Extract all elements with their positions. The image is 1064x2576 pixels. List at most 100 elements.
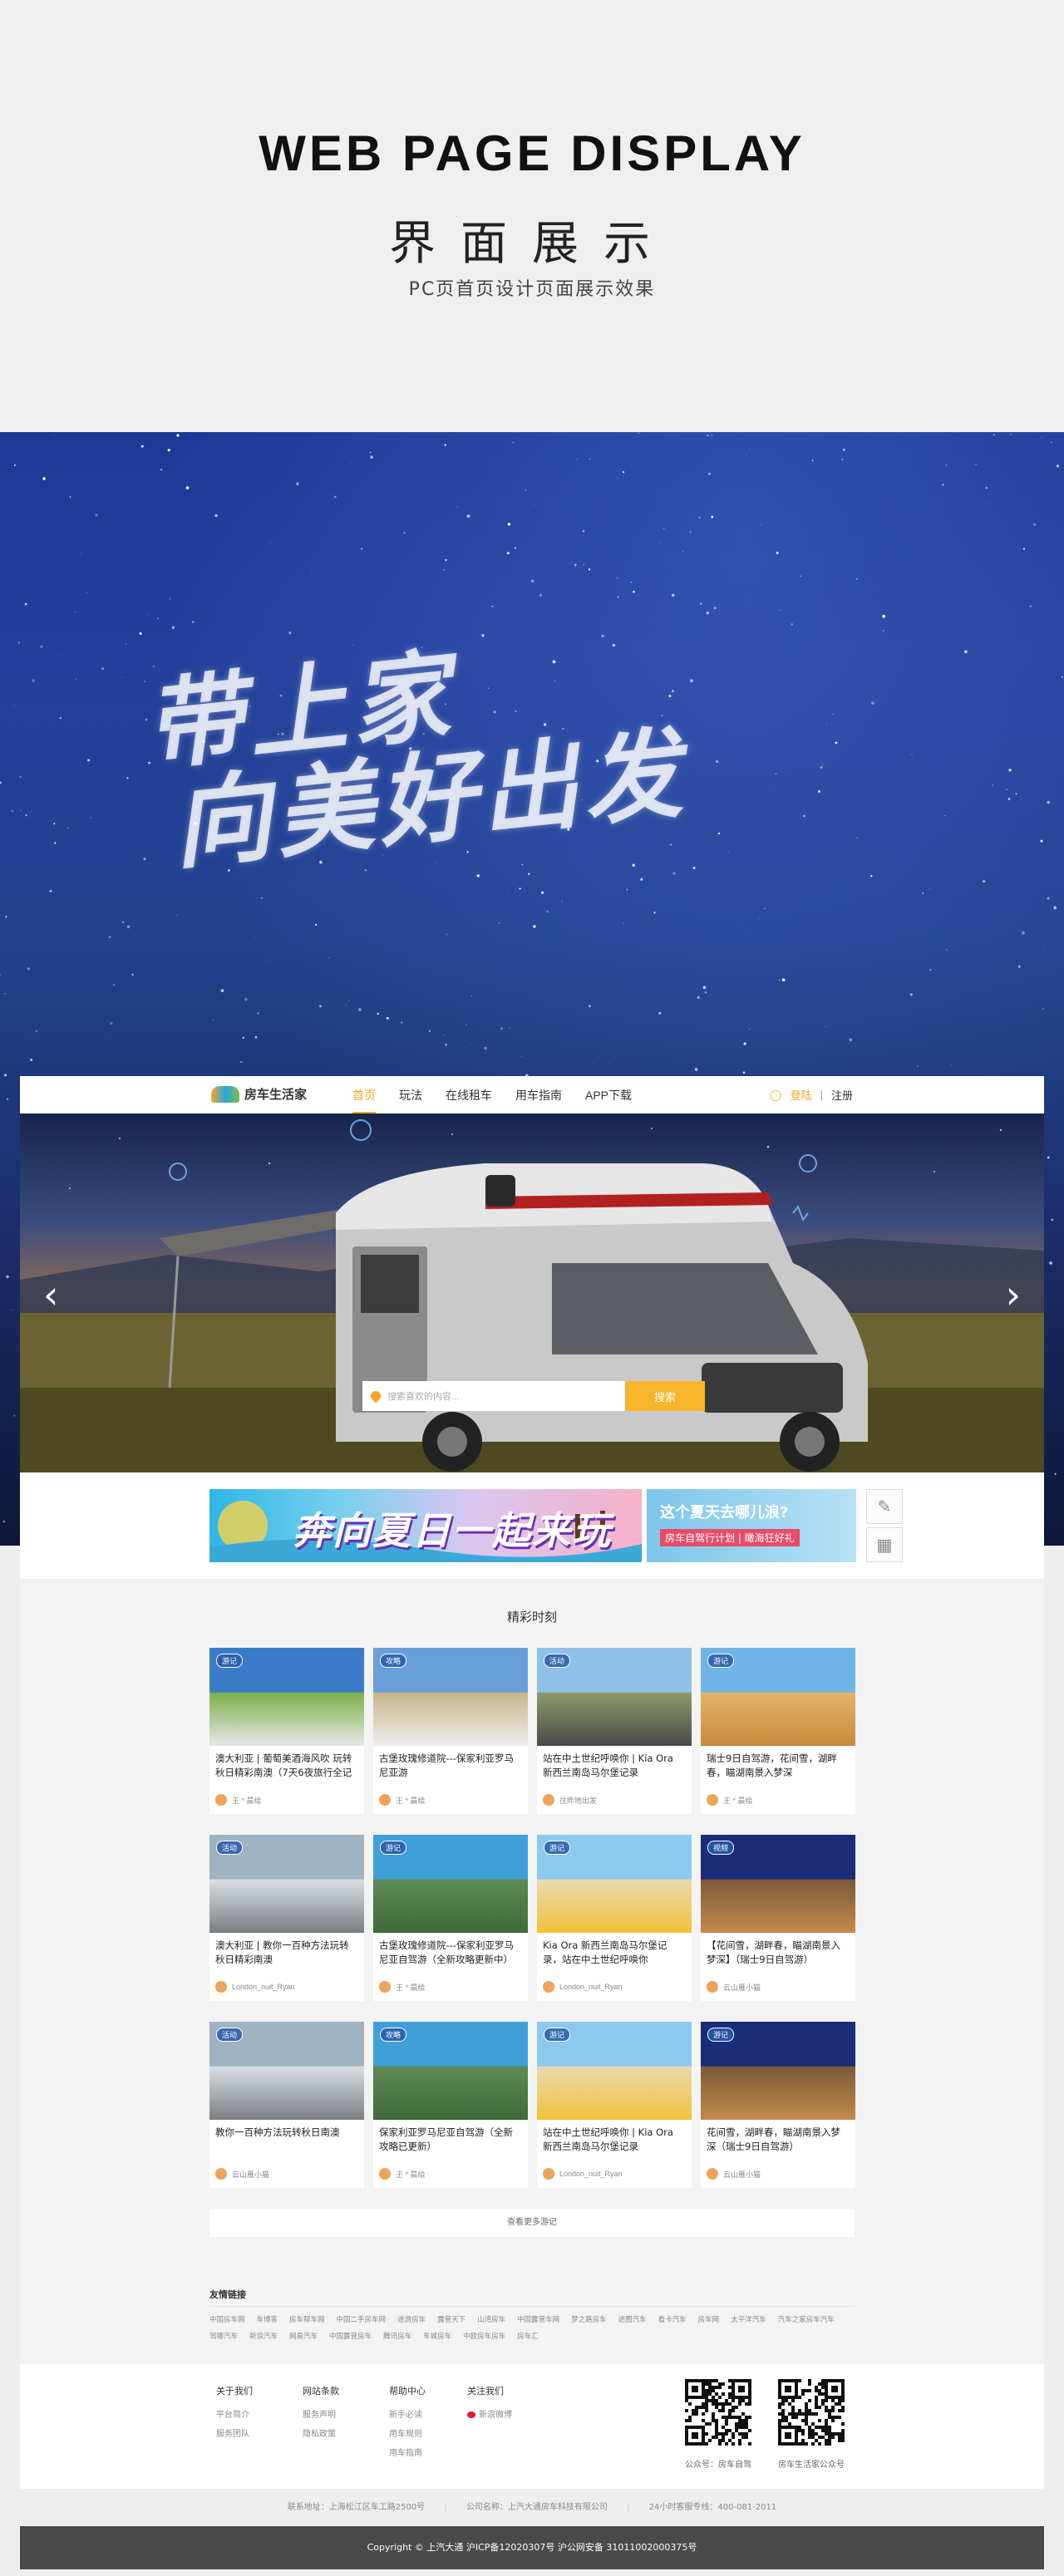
friend-link[interactable]: 中国露营车网 [517, 2314, 559, 2324]
article-tag: 游记 [707, 2028, 735, 2042]
footer-link[interactable]: 服务团队 [216, 2426, 253, 2439]
card-grid: 游记 澳大利亚 | 葡萄美酒海风吹 玩转秋日精彩南澳（7天6夜旅行全记王 * 晨绘… [209, 1648, 855, 2188]
article-card[interactable]: 游记 古堡玫瑰修道院---保家利亚罗马尼亚自驾游（全新攻略更新中） 王 * 晨绘 [373, 1835, 528, 2001]
author-name: London_nuit_Ryan [559, 1983, 623, 1991]
footer-link[interactable]: 隐私政策 [303, 2426, 339, 2439]
friend-link[interactable]: 房车汇 [517, 2331, 539, 2341]
author-name: 云山雁小猫 [723, 1983, 761, 1992]
footer: 关于我们 平台简介 服务团队 网站条款 服务声明 隐私政策 帮助中心 新手必读 … [20, 2364, 1044, 2489]
friend-link[interactable]: 梦之路房车 [571, 2314, 607, 2324]
article-title[interactable]: 古堡玫瑰修道院---保家利亚罗马尼亚游 [373, 1746, 528, 1782]
article-card[interactable]: 活动 澳大利亚 | 教你一百种方法玩转秋日精彩南澳 London_nuit_Ryan [209, 1835, 364, 2001]
register-link[interactable]: 注册 [831, 1087, 853, 1103]
friend-link[interactable]: 网易汽车 [289, 2331, 318, 2341]
nav-item-rent[interactable]: 在线租车 [446, 1087, 492, 1104]
intro-cn-title: 界面展示 [389, 217, 675, 271]
friend-link[interactable]: 看卡汽车 [658, 2314, 687, 2324]
author-name: 王 * 晨绘 [723, 1796, 753, 1805]
article-title[interactable]: 花间雪，湖畔春，瞄湖南景入梦深（瑞士9日自驾游） [701, 2120, 855, 2156]
friend-link[interactable]: 山湾房车 [477, 2314, 505, 2324]
search-placeholder: 搜索喜欢的内容... [387, 1392, 460, 1402]
site-logo[interactable]: 房车生活家 [211, 1085, 307, 1103]
article-tag: 视频 [707, 1841, 735, 1855]
search-input[interactable]: 搜索喜欢的内容... [362, 1381, 625, 1411]
article-card[interactable]: 攻略古堡玫瑰修道院---保家利亚罗马尼亚游王 * 晨绘 [373, 1648, 528, 1814]
friend-link[interactable]: 车博客 [257, 2314, 278, 2324]
search-button[interactable]: 搜索 [625, 1381, 705, 1411]
friend-link[interactable]: 腾讯房车 [383, 2331, 411, 2341]
article-title[interactable]: Kia Ora 新西兰南岛马尔堡记录，站在中土世纪呼唤你 [537, 1933, 692, 1969]
qr-label-2: 房车生活家公众号 [778, 2460, 845, 2470]
friend-link[interactable]: 房车网 [698, 2314, 720, 2324]
footer-link[interactable]: 用车规则 [389, 2426, 426, 2439]
friend-link[interactable]: 车城房车 [423, 2331, 451, 2341]
footer-link[interactable]: 服务声明 [303, 2407, 339, 2420]
friend-link[interactable]: 中欧房车房车 [463, 2331, 505, 2341]
avatar [215, 1794, 227, 1806]
qr-label-1: 公众号：房车自驾 [685, 2460, 751, 2470]
article-title[interactable]: 【花间雪，湖畔春，瞄湖南景入梦深】（瑞士9日自驾游） [701, 1933, 855, 1969]
chevron-right-icon[interactable]: › [1006, 1276, 1021, 1314]
friend-link[interactable]: 途图汽车 [618, 2314, 647, 2324]
friend-link[interactable]: 中国露营房车 [329, 2331, 372, 2341]
footer-link[interactable]: 用车指南 [389, 2446, 426, 2458]
chevron-left-icon[interactable]: ‹ [43, 1276, 58, 1314]
footer-link[interactable]: 新手必读 [389, 2407, 426, 2420]
friend-link[interactable]: 太平洋汽车 [731, 2314, 766, 2324]
nav-item-guide[interactable]: 用车指南 [515, 1087, 562, 1104]
author-name: London_nuit_Ryan [232, 1983, 295, 1991]
author-name: 王 * 晨绘 [396, 1796, 426, 1805]
article-title[interactable]: 澳大利亚 | 教你一百种方法玩转秋日精彩南澳 [209, 1933, 364, 1969]
login-link[interactable]: 登陆 [791, 1087, 812, 1103]
load-more-button[interactable]: 查看更多游记 [209, 2209, 855, 2237]
article-card[interactable]: 游记 站在中土世纪呼唤你 | Kia Ora 新西兰南岛马尔堡记录 London_n… [537, 2022, 692, 2188]
avatar [215, 2168, 227, 2180]
friend-link[interactable]: 露营天下 [437, 2314, 466, 2324]
friend-link[interactable]: 驾哪汽车 [209, 2331, 238, 2341]
travel-promo-banner[interactable]: 这个夏天去哪儿浪? 房车自驾行计划 | 瞰海狂好礼 [647, 1489, 856, 1562]
summer-promo-banner[interactable]: 奔向夏日一起来玩 [209, 1489, 642, 1562]
article-title[interactable]: 站在中土世纪呼唤你 | Kia Ora 新西兰南岛马尔堡记录 [537, 2120, 692, 2156]
article-card[interactable]: 游记 花间雪，湖畔春，瞄湖南景入梦深（瑞士9日自驾游） 云山雁小猫 [701, 2022, 855, 2188]
article-title[interactable]: 古堡玫瑰修道院---保家利亚罗马尼亚自驾游（全新攻略更新中） [373, 1933, 528, 1969]
nav-item-app[interactable]: APP下载 [585, 1087, 632, 1104]
avatar [379, 1981, 391, 1993]
article-title[interactable]: 瑞士9日自驾游，花间雪，湖畔春，瞄湖南景入梦深 [701, 1746, 855, 1782]
hotline: 24小时客服专线：400-081-2011 [648, 2503, 777, 2512]
avatar [215, 1981, 227, 1993]
article-tag: 游记 [544, 1841, 571, 1855]
article-thumbnail: 游记 [537, 1835, 692, 1933]
nav-item-play[interactable]: 玩法 [399, 1087, 422, 1104]
article-thumbnail: 活动 [537, 1648, 692, 1746]
edit-icon[interactable]: ✎ [866, 1489, 903, 1524]
friend-link[interactable]: 汽车之家房车汽车 [778, 2314, 835, 2324]
article-card[interactable]: 游记 Kia Ora 新西兰南岛马尔堡记录，站在中土世纪呼唤你 London_nui… [537, 1835, 692, 2001]
article-author: 云山雁小猫 [707, 1981, 761, 1993]
article-thumbnail: 游记 [373, 1835, 528, 1933]
footer-heading: 关注我们 [467, 2386, 504, 2397]
qr-code-icon[interactable]: ▦ [866, 1527, 903, 1562]
friend-link[interactable]: 中国二手房车网 [337, 2314, 387, 2324]
friend-link[interactable]: 途游房车 [397, 2314, 426, 2324]
article-tag: 攻略 [380, 1654, 407, 1668]
avatar [543, 2168, 554, 2180]
article-card[interactable]: 游记 瑞士9日自驾游，花间雪，湖畔春，瞄湖南景入梦深王 * 晨绘 [701, 1648, 855, 1814]
article-card[interactable]: 游记 澳大利亚 | 葡萄美酒海风吹 玩转秋日精彩南澳（7天6夜旅行全记王 * 晨绘 [209, 1648, 364, 1814]
nav-item-home[interactable]: 首页 [352, 1087, 376, 1113]
article-title[interactable]: 保家利亚罗马尼亚自驾游（全新攻略已更新） [373, 2120, 528, 2156]
avatar [543, 1794, 554, 1806]
footer-link[interactable]: 平台简介 [216, 2407, 253, 2420]
weibo-link[interactable]: 新浪微博 [467, 2407, 512, 2420]
article-title[interactable]: 站在中土世纪呼唤你 | Kia Ora 新西兰南岛马尔堡记录 [537, 1746, 692, 1782]
article-card[interactable]: 视频【花间雪，湖畔春，瞄湖南景入梦深】（瑞士9日自驾游） 云山雁小猫 [701, 1835, 855, 2001]
article-title[interactable]: 澳大利亚 | 葡萄美酒海风吹 玩转秋日精彩南澳（7天6夜旅行全记 [209, 1746, 364, 1782]
friend-link[interactable]: 中国房车网 [209, 2314, 245, 2324]
article-title[interactable]: 教你一百种方法玩转秋日南澳 [209, 2120, 364, 2156]
friend-link[interactable]: 房车帮车网 [289, 2314, 325, 2324]
footer-heading: 网站条款 [303, 2386, 339, 2397]
article-card[interactable]: 活动 站在中土世纪呼唤你 | Kia Ora 新西兰南岛马尔堡记录 往昨地出发 [537, 1648, 692, 1814]
article-card[interactable]: 活动 教你一百种方法玩转秋日南澳 云山雁小猫 [209, 2022, 364, 2188]
location-pin-icon [368, 1389, 383, 1404]
article-card[interactable]: 攻略 保家利亚罗马尼亚自驾游（全新攻略已更新） 王 * 晨绘 [373, 2022, 528, 2188]
friend-link[interactable]: 新浪汽车 [249, 2331, 278, 2341]
